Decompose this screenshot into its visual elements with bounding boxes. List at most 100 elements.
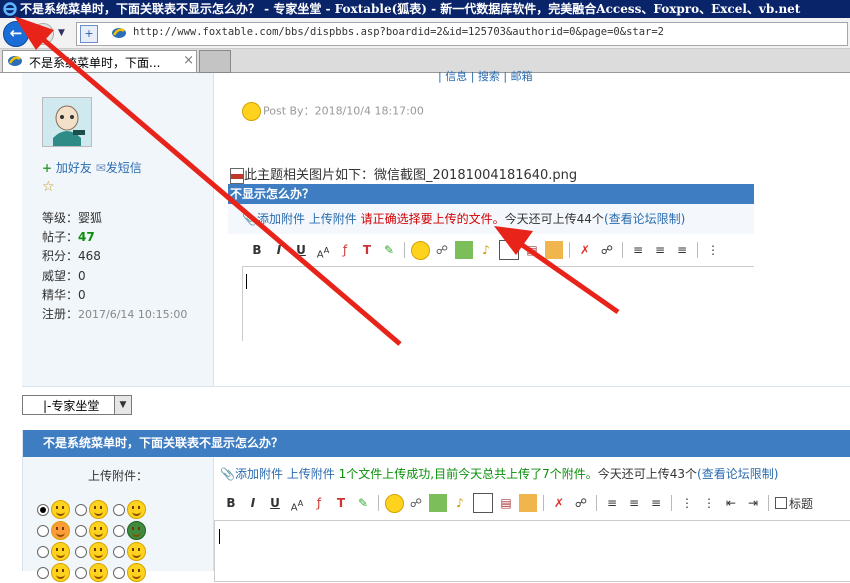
emoticon-radio[interactable] [113,503,125,516]
link-icon[interactable]: ☍ [407,494,425,512]
arrow-left-icon: ← [9,24,23,42]
image-icon[interactable] [429,494,447,512]
embedded-editor-area [242,266,754,341]
chevron-down-icon[interactable]: ▼ [114,396,131,414]
italic-icon: I [276,243,282,257]
arrow-right-icon: → [36,24,50,42]
font-color-icon: T [362,243,372,257]
emoticon-radio[interactable] [113,524,125,537]
address-bar[interactable]: + http://www.foxtable.com/bbs/dispbbs.as… [76,22,848,46]
italic-icon[interactable]: I [244,494,262,512]
new-tab-button[interactable] [199,50,231,73]
music-icon[interactable]: ♪ [451,494,469,512]
add-friend-link[interactable]: + 加好友 [42,161,92,175]
tab-bar: 不是系统菜单时，下面... × [0,49,850,73]
font-size-icon[interactable]: AA [288,494,306,513]
send-message-link[interactable]: ✉发短信 [96,161,142,175]
emoticon-radio[interactable] [113,566,125,579]
emoticon-radio[interactable] [37,566,49,579]
emoticon-radio[interactable] [37,545,49,558]
highlight-icon[interactable]: ✎ [354,494,372,512]
avatar[interactable] [42,97,92,147]
heading-checkbox[interactable] [775,497,787,509]
align-center-icon[interactable]: ≡ [625,494,643,512]
ordered-list-icon[interactable]: ⋮ [678,494,696,512]
emoticon-icon[interactable] [385,494,404,513]
wink-icon [89,542,108,561]
table-icon[interactable] [519,494,537,512]
back-button[interactable]: ← [3,21,29,47]
font-color-icon[interactable]: T [332,494,350,512]
ordered-list-icon: ⋮ [707,243,719,257]
emoticon-radio[interactable] [37,524,49,537]
user-stat-row: 威望：0 [42,267,187,286]
media-icon[interactable] [473,493,493,513]
surprised-icon [127,542,146,561]
upload-warning: 请正确选择要上传的文件。 [360,212,505,226]
reply-editor-column: 📎添加附件 上传附件 1个文件上传成功,目前今天总共上传了7个附件。今天还可上传… [214,457,850,582]
shy-icon [51,542,70,561]
user-stat-value: 婴狐 [78,211,103,225]
clear-format-icon: ✗ [579,243,591,257]
avatar-image [43,98,91,146]
emoticon-radio[interactable] [75,545,87,558]
upload-attachment-link[interactable]: 上传附件 [287,467,335,481]
emoticon-radio[interactable] [75,566,87,579]
smiley-icon [242,102,261,121]
tongue-icon [89,521,108,540]
forum-jump-select[interactable]: |-专家坐堂 ▼ [22,395,132,415]
embedded-screenshot: 不显示怎么办？ 📎添加附件 上传附件 请正确选择要上传的文件。今天还可上传44个… [228,184,754,341]
font-face-icon: ƒ [342,243,348,257]
embedded-attach-row: 📎添加附件 上传附件 请正确选择要上传的文件。今天还可上传44个(查看论坛限制) [228,204,754,234]
emoticon-radio[interactable] [75,503,87,516]
love-icon [51,521,70,540]
bold-icon[interactable]: B [222,494,240,512]
reply-editor-area[interactable] [214,520,850,582]
music-icon: ♪ [482,243,490,257]
star-icon: ☆ [42,179,55,195]
align-right-icon: ≡ [676,243,688,257]
align-center-icon: ≡ [654,243,666,257]
compat-view-icon[interactable]: + [80,25,98,43]
underline-icon: U [296,243,306,257]
forward-button[interactable]: → [32,23,54,45]
upload-attachment-label: 上传附件： [87,469,148,483]
history-dropdown-icon[interactable]: ▼ [58,28,65,38]
paperclip-icon: 📎 [220,467,235,481]
window-title: 不是系统菜单时，下面关联表不显示怎么办？ - 专家坐堂 - Foxtable(狐… [20,2,801,16]
unlink-icon: ☍ [600,243,614,257]
unordered-list-icon[interactable]: ⋮ [700,494,718,512]
user-stat-label: 等级： [42,211,79,225]
view-limit-link[interactable]: (查看论坛限制) [697,467,778,481]
embedded-title: 不显示怎么办？ [228,184,754,204]
user-stat-value: 0 [78,287,86,302]
post-header-links[interactable]: | 信息 | 搜索 | 邮箱 [438,68,533,84]
user-stat-value: 468 [78,249,101,264]
flash-icon: ▤ [526,243,538,257]
envelope-icon: ✉ [95,161,106,175]
add-attachment-link[interactable]: 添加附件 [235,467,283,481]
address-url[interactable]: http://www.foxtable.com/bbs/dispbbs.asp?… [133,26,664,38]
user-stat-row: 帖子：47 [42,228,187,247]
emoticon-radio[interactable] [75,524,87,537]
user-stat-value: 2017/6/14 10:15:00 [78,308,188,322]
user-actions: + 加好友 ✉发短信 [42,159,142,176]
tab-current-page[interactable]: 不是系统菜单时，下面... × [2,50,197,72]
emoticon-radio[interactable] [113,545,125,558]
close-tab-icon[interactable]: × [183,53,194,68]
font-face-icon[interactable]: ƒ [310,494,328,512]
align-right-icon[interactable]: ≡ [647,494,665,512]
unlink-icon[interactable]: ☍ [572,494,590,512]
flash-icon[interactable]: ▤ [497,494,515,512]
user-stat-label: 积分： [42,249,79,264]
user-stat-label: 注册： [42,307,79,322]
underline-icon[interactable]: U [266,494,284,512]
emoticon-picker [37,499,151,583]
emoticon-radio[interactable] [37,503,49,516]
clear-format-icon[interactable]: ✗ [550,494,568,512]
user-info-panel: + 加好友 ✉发短信 ☆ 等级：婴狐 帖子：47 积分：468 威望：0 精华：0 注册：… [22,73,214,386]
font-size-icon: AA [316,245,330,261]
align-left-icon[interactable]: ≡ [603,494,621,512]
outdent-icon[interactable]: ⇤ [722,494,740,512]
indent-icon[interactable]: ⇥ [744,494,762,512]
